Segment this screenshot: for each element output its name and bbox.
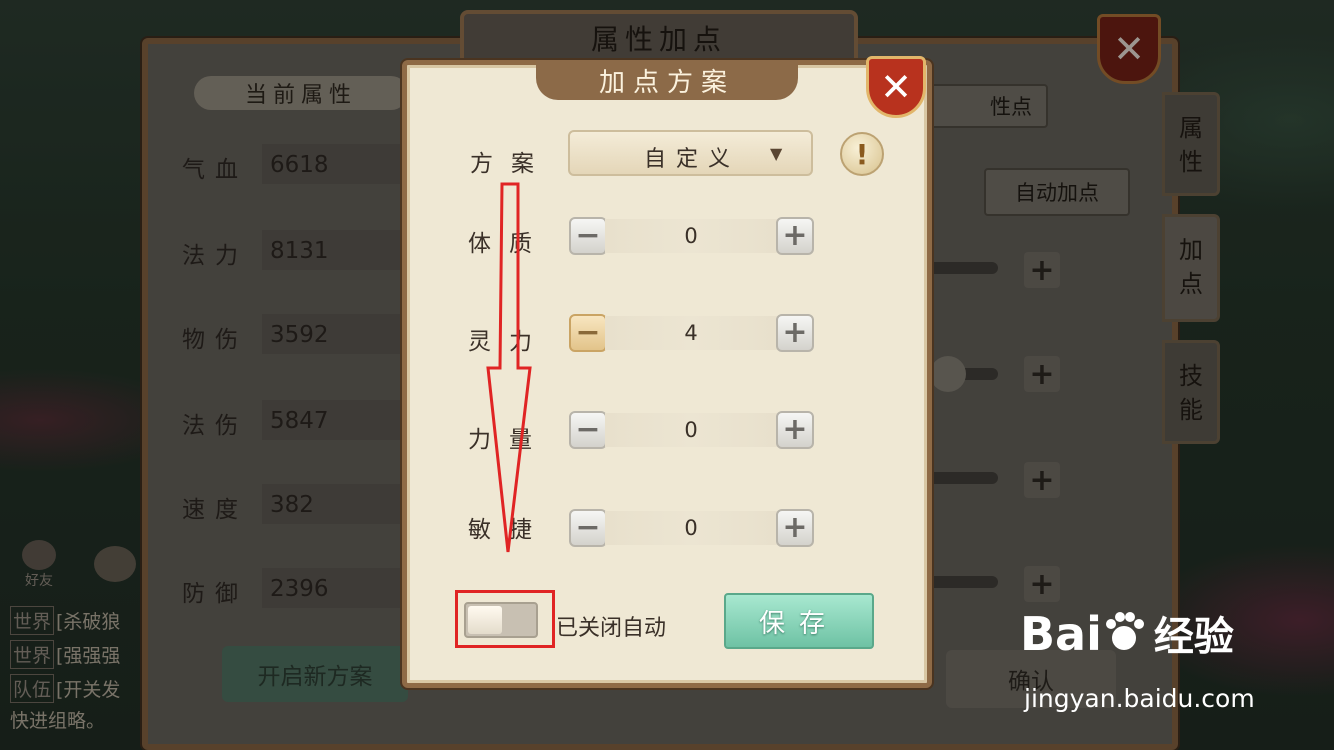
minus-button[interactable]: − [569, 314, 607, 352]
minus-icon: − [575, 510, 601, 545]
annotation-arrow-shape [486, 182, 532, 553]
save-button[interactable]: 保存 [724, 593, 874, 649]
baidu-watermark: Bai 经验 jingyan.baidu.com [1020, 604, 1255, 713]
watermark-url: jingyan.baidu.com [1024, 684, 1255, 713]
close-icon: ✕ [880, 65, 912, 109]
stat-value-constitution: 0 [605, 219, 777, 253]
info-icon: ! [855, 137, 869, 171]
plus-icon: + [782, 412, 808, 447]
annotation-arrow [486, 182, 532, 553]
stat-value-strength: 0 [605, 413, 777, 447]
plus-icon: + [782, 510, 808, 545]
info-button[interactable]: ! [840, 132, 884, 176]
stat-value-spirit: 4 [605, 316, 777, 350]
minus-icon: − [575, 412, 601, 447]
minus-icon: − [575, 218, 601, 253]
dropdown-arrow-icon: ▼ [770, 144, 783, 163]
minus-icon: − [575, 315, 601, 350]
plan-value: 自定义 [644, 147, 741, 172]
minus-button[interactable]: − [569, 509, 607, 547]
plus-button[interactable]: + [776, 217, 814, 255]
auto-toggle-label: 已关闭自动 [556, 616, 667, 641]
plus-icon: + [782, 218, 808, 253]
baidu-paw-icon [1105, 612, 1144, 650]
dialog-title: 加点方案 [536, 60, 798, 100]
watermark-suffix: 经验 [1153, 614, 1234, 660]
plan-label: 方案 [470, 151, 552, 177]
plus-button[interactable]: + [776, 314, 814, 352]
plus-button[interactable]: + [776, 509, 814, 547]
minus-button[interactable]: − [569, 411, 607, 449]
plus-icon: + [782, 315, 808, 350]
stat-value-agility: 0 [605, 511, 777, 545]
dialog-close-button[interactable]: ✕ [866, 56, 926, 118]
minus-button[interactable]: − [569, 217, 607, 255]
plan-dropdown[interactable]: 自定义 ▼ [568, 130, 813, 176]
plus-button[interactable]: + [776, 411, 814, 449]
watermark-brand: Bai [1020, 607, 1102, 661]
annotation-highlight-box [455, 590, 555, 648]
